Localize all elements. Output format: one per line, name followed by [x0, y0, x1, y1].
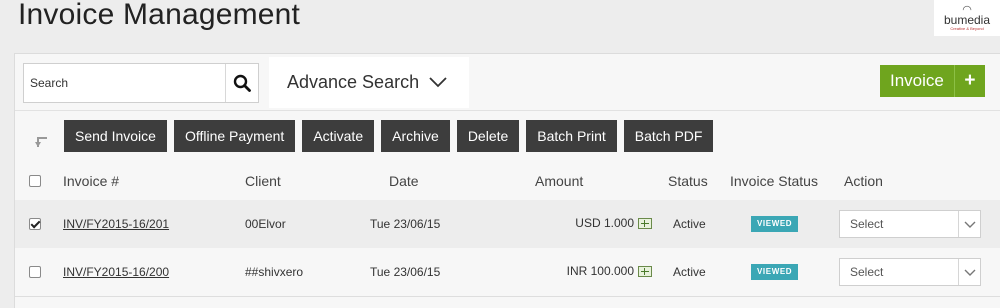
row-divider: [15, 296, 1000, 297]
search-icon: [233, 74, 251, 92]
column-header-date[interactable]: Date: [389, 173, 419, 189]
logo-brand: bumedia: [943, 13, 991, 27]
offline-payment-button[interactable]: Offline Payment: [173, 120, 296, 152]
search-input[interactable]: [24, 64, 225, 102]
company-logo: ◠ bumedia Creative & Beyond: [934, 0, 1000, 36]
amount-value: USD 1.000: [575, 216, 634, 230]
client-name: ##shivxero: [245, 265, 304, 279]
action-select-value: Select: [850, 265, 884, 279]
invoice-status-badge: VIEWED: [751, 216, 799, 232]
row-status: Active: [673, 265, 706, 279]
advance-search-toggle[interactable]: Advance Search: [269, 57, 469, 108]
column-header-client[interactable]: Client: [245, 173, 281, 189]
row-status: Active: [673, 217, 706, 231]
action-select[interactable]: Select: [839, 258, 981, 286]
batch-print-button[interactable]: Batch Print: [526, 120, 617, 152]
action-select-value: Select: [850, 217, 884, 231]
advance-search-label: Advance Search: [287, 72, 420, 92]
row-checkbox[interactable]: [29, 266, 41, 278]
invoice-status-badge: VIEWED: [751, 264, 799, 280]
search-box: [23, 63, 259, 103]
select-all-checkbox[interactable]: [29, 175, 41, 187]
invoice-date: Tue 23/06/15: [370, 265, 441, 279]
chevron-down-icon: [958, 211, 980, 237]
add-note-icon[interactable]: [638, 217, 652, 229]
batch-arrow-icon: [35, 134, 49, 153]
invoice-amount: INR 100.000: [567, 264, 652, 278]
column-header-amount[interactable]: Amount: [535, 173, 583, 189]
header-divider: [15, 110, 1000, 111]
column-header-invoice-status[interactable]: Invoice Status: [730, 173, 818, 189]
amount-value: INR 100.000: [566, 264, 634, 278]
column-header-action: Action: [844, 173, 883, 189]
new-invoice-label: Invoice: [880, 65, 955, 97]
invoice-panel: Advance Search Invoice + Send Invoice Of…: [14, 53, 1000, 308]
send-invoice-button[interactable]: Send Invoice: [64, 120, 167, 152]
page-title: Invoice Management: [18, 0, 301, 31]
column-header-status[interactable]: Status: [668, 173, 708, 189]
row-checkbox[interactable]: [29, 218, 41, 230]
chevron-down-icon: [429, 77, 447, 88]
invoice-number-link[interactable]: INV/FY2015-16/201: [63, 217, 169, 231]
batch-pdf-button[interactable]: Batch PDF: [623, 120, 714, 152]
invoice-date: Tue 23/06/15: [370, 217, 441, 231]
column-header-invoice[interactable]: Invoice #: [63, 173, 119, 189]
plus-icon: +: [964, 70, 976, 91]
activate-button[interactable]: Activate: [302, 120, 375, 152]
new-invoice-button[interactable]: Invoice +: [880, 65, 985, 97]
invoice-amount: USD 1.000: [575, 216, 652, 230]
batch-toolbar: Send Invoice Offline Payment Activate Ar…: [64, 120, 714, 152]
invoice-number-link[interactable]: INV/FY2015-16/200: [63, 265, 169, 279]
chevron-down-icon: [958, 259, 980, 285]
action-select[interactable]: Select: [839, 210, 981, 238]
search-button[interactable]: [225, 64, 258, 102]
logo-tagline: Creative & Beyond: [950, 26, 984, 31]
client-name: 00Elvor: [245, 217, 286, 231]
delete-button[interactable]: Delete: [456, 120, 520, 152]
archive-button[interactable]: Archive: [381, 120, 450, 152]
add-note-icon[interactable]: [638, 265, 652, 277]
